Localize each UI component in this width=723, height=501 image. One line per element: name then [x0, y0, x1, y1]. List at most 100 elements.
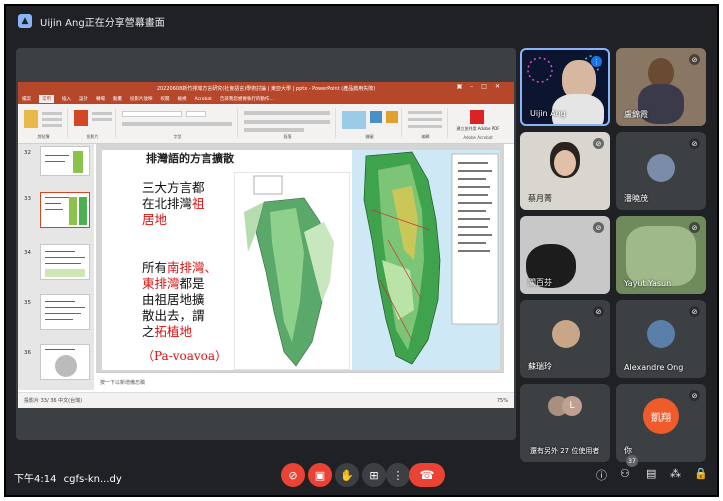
ribbon-caption: 投影片 [86, 134, 99, 139]
slide-text-block-2: 所有南排灣、 東排灣都是 由祖居地擴 散出去，謂 之拓植地 [142, 260, 217, 340]
more-options-button[interactable]: ⋮ [386, 463, 410, 487]
present-button[interactable]: ⊞ [362, 463, 386, 487]
phone-hangup-icon: ☎ [419, 468, 435, 482]
window-controls[interactable]: ▣–□✕ [457, 83, 508, 90]
participant-name: 蔡月菁 [528, 194, 552, 203]
others-tile[interactable]: L 還有另外 27 位使用者 [520, 384, 610, 462]
participant-avatar [647, 154, 675, 182]
dialect-map-small [234, 172, 350, 370]
ppt-tell-me[interactable]: 告訴我您想要執行的動作... [220, 96, 274, 102]
slide-text-highlight: 東排灣 [142, 276, 180, 291]
slide-text-highlight: 南排灣、 [167, 260, 218, 275]
slide-counter: 投影片 33/ 36 中文(台灣) [24, 398, 83, 404]
ribbon-group-acrobat[interactable]: 建立並共用 Adobe PDF Adobe Acrobat [450, 108, 506, 140]
participant-avatar [552, 320, 580, 348]
ppt-tab[interactable]: 轉場 [96, 96, 105, 102]
participant-name: 關百芬 [528, 278, 552, 287]
thumbnail-number: 35 [24, 300, 31, 306]
mic-off-icon: ⊘ [593, 138, 604, 149]
zoom-level[interactable]: 75% [497, 398, 508, 404]
ribbon-caption: Adobe Acrobat [463, 135, 493, 140]
leave-call-button[interactable]: ☎ [409, 463, 445, 487]
ppt-tab[interactable]: 設計 [79, 96, 88, 102]
ribbon-group-slides[interactable]: 投影片 [70, 108, 116, 139]
participant-tile[interactable]: ⊘ 潘曉茂 [616, 132, 706, 210]
participant-tile[interactable]: ⋮ Uijin Ang [520, 48, 610, 126]
ppt-tab[interactable]: 插入 [62, 96, 71, 102]
info-icon[interactable]: ⓘ [596, 467, 607, 483]
mic-off-icon: ⊘ [689, 54, 700, 65]
clock-and-code: 下午4:14 cgfs-kn...dy [14, 470, 122, 485]
participant-tile[interactable]: ⊘ 蘇瑞玲 [520, 300, 610, 378]
ribbon-caption: 編輯 [421, 134, 430, 139]
current-slide[interactable]: 排灣語的方言擴散 三大方言都 在北排灣祖 居地 所有南排灣、 東排灣都是 由祖居… [102, 150, 500, 370]
camera-toggle-button[interactable]: ▣ [308, 463, 332, 487]
participant-face [554, 150, 576, 176]
people-icon[interactable]: ⚇ [620, 467, 630, 480]
ppt-tab[interactable]: 動畫 [113, 96, 122, 102]
self-tile[interactable]: 凱翔 ⊘ 你 [616, 384, 706, 462]
participant-name: Alexandre Ong [624, 363, 684, 372]
mic-off-icon: ⊘ [593, 306, 604, 317]
host-controls-icon[interactable]: 🔒 [694, 467, 708, 480]
raise-hand-button[interactable]: ✋ [335, 463, 359, 487]
hand-icon: ✋ [340, 468, 354, 482]
participant-background [626, 226, 696, 286]
participant-tile[interactable]: ⊘ 關百芬 [520, 216, 610, 294]
participant-name: Yayut Yasun [624, 279, 672, 288]
ppt-tab[interactable]: 檢視 [178, 96, 187, 102]
slide-thumbnail[interactable] [40, 146, 90, 176]
presenter-text: Uijin Ang正在分享營幕畫面 [40, 17, 165, 29]
meeting-controls-bar: 下午4:14 cgfs-kn...dy ⊘ ▣ ✋ ⊞ ⋮ ☎ ⓘ ⚇ 37 ▤… [6, 453, 717, 495]
slide-text: 散出去，謂 [142, 308, 205, 323]
chat-icon[interactable]: ▤ [646, 467, 656, 480]
acrobat-create-pdf-button[interactable]: 建立並共用 Adobe PDF [450, 126, 506, 132]
slide-editor: 排灣語的方言擴散 三大方言都 在北排灣祖 居地 所有南排灣、 東排灣都是 由祖居… [96, 144, 504, 372]
mic-off-icon: ⊘ [689, 138, 700, 149]
participant-name: 蘇瑞玲 [528, 362, 552, 371]
slide-text: 所有 [142, 260, 168, 275]
thumbnail-number: 33 [24, 196, 31, 202]
participant-tile[interactable]: ⊘ 盧錦霞 [616, 48, 706, 126]
meeting-code: cgfs-kn...dy [63, 474, 122, 485]
slide-thumbnail-selected[interactable] [40, 192, 90, 228]
participant-tile[interactable]: ⊘ 蔡月菁 [520, 132, 610, 210]
participant-name: 潘曉茂 [624, 194, 648, 203]
mic-off-icon: ⊘ [593, 222, 604, 233]
ppt-title-bar: 20220608新竹排灣方言研究(社會語言)學術討論 | 東亞大學 | pptx… [18, 82, 514, 94]
mic-toggle-button[interactable]: ⊘ [281, 463, 305, 487]
meeting-time: 下午4:14 [14, 474, 57, 485]
self-avatar: 凱翔 [643, 398, 679, 434]
ribbon-group-font[interactable]: 字型 [118, 108, 238, 139]
ppt-ribbon: 剪貼簿 投影片 字型 段落 繪圖 編輯 建立並共用 Adobe PDF Adob… [18, 104, 514, 144]
slide-heading: 排灣語的方言擴散 [146, 152, 234, 165]
thumbnail-number: 36 [24, 350, 31, 356]
participant-tile[interactable]: ⊘ Yayut Yasun [616, 216, 706, 294]
ppt-tab[interactable]: 投影片放映 [130, 96, 153, 102]
participant-tile[interactable]: ⊘ Alexandre Ong [616, 300, 706, 378]
thumbnail-number: 32 [24, 150, 31, 156]
ppt-tab[interactable]: 校閱 [161, 96, 170, 102]
slide-text: 之 [142, 324, 155, 339]
activities-icon[interactable]: ⁂ [670, 467, 681, 480]
speaking-indicator-icon: ⋮ [591, 56, 602, 67]
slide-thumbnail[interactable] [40, 344, 90, 380]
ppt-tab[interactable]: 檔案 [22, 96, 31, 102]
speaker-notes[interactable]: 按一下以新增備忘稿 [96, 372, 504, 390]
ppt-tab-home[interactable]: 常用 [39, 95, 54, 103]
mic-off-icon: ⊘ [689, 222, 700, 233]
slide-romanization: （Pa-voavoa） [142, 349, 228, 363]
slide-thumbnail[interactable] [40, 244, 90, 280]
presenter-bar: ▲ Uijin Ang正在分享營幕畫面 [6, 6, 717, 36]
ribbon-group-drawing[interactable]: 繪圖 [338, 108, 402, 139]
participant-initial-avatar: L [562, 396, 582, 416]
slide-text-highlight: 祖 [192, 196, 205, 211]
slide-text: 三大方言都 [142, 180, 205, 195]
thumbnail-number: 34 [24, 250, 31, 256]
ribbon-caption: 段落 [283, 134, 292, 139]
ribbon-group-editing[interactable]: 編輯 [404, 108, 448, 139]
ppt-tab[interactable]: Acrobat [195, 97, 212, 102]
ribbon-group-clipboard[interactable]: 剪貼簿 [20, 108, 68, 139]
slide-thumbnail[interactable] [40, 294, 90, 330]
ribbon-group-paragraph[interactable]: 段落 [240, 108, 336, 139]
